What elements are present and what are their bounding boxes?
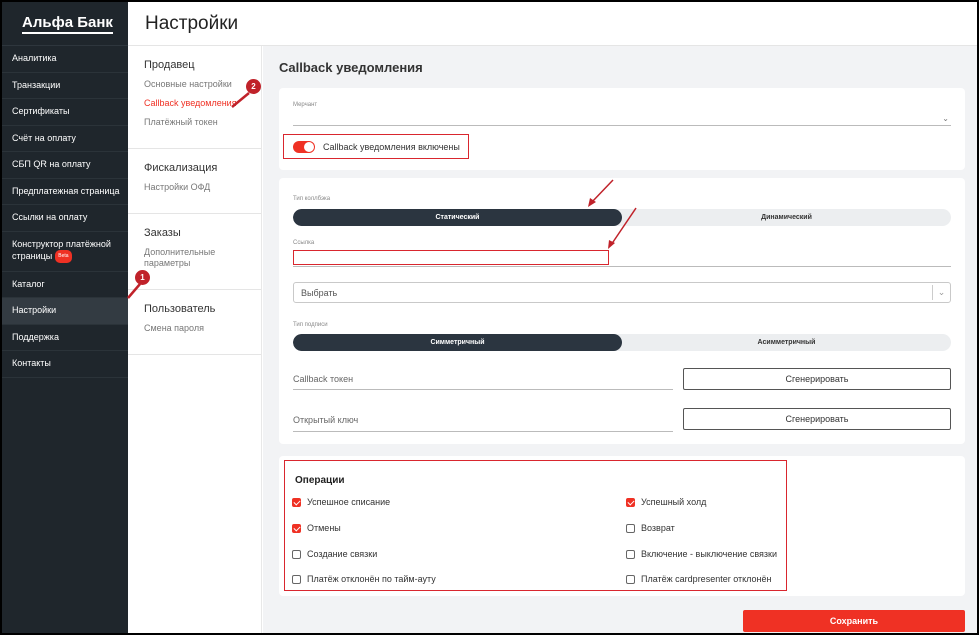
subnav-link-ofd[interactable]: Настройки ОФД <box>144 182 261 193</box>
nav-item-certificates[interactable]: Сертификаты <box>2 99 128 126</box>
operations-title: Операции <box>295 475 345 486</box>
callback-type-label: Тип коллбэка <box>293 196 331 202</box>
callback-toggle-row[interactable]: Callback уведомления включены <box>283 134 469 159</box>
checkbox-label: Платёж отклонён по тайм-ауту <box>307 574 436 584</box>
nav-item-settings[interactable]: Настройки <box>2 298 128 325</box>
subnav-section-title: Продавец <box>144 59 195 71</box>
op-timeout-decline[interactable]: Платёж отклонён по тайм-ауту <box>292 574 436 584</box>
chevron-down-icon: ⌄ <box>932 285 950 300</box>
checkbox[interactable] <box>292 549 301 559</box>
checkbox[interactable] <box>626 497 635 507</box>
nav-item-transactions[interactable]: Транзакции <box>2 73 128 99</box>
nav-item-prepayment-page[interactable]: Предплатежная страница <box>2 179 128 205</box>
section-title: Callback уведомления <box>279 60 423 75</box>
op-cardpresenter-decline[interactable]: Платёж cardpresenter отклонён <box>626 574 771 584</box>
subnav-section-user: Пользователь Смена пароля <box>128 290 261 355</box>
merchant-select[interactable]: ⌄ <box>293 112 951 126</box>
checkbox-label: Отмены <box>307 523 341 533</box>
checkbox-label: Успешный холд <box>641 497 707 507</box>
checkbox[interactable] <box>626 523 635 533</box>
op-create-binding[interactable]: Создание связки <box>292 549 377 559</box>
op-success-hold[interactable]: Успешный холд <box>626 497 706 507</box>
subnav-link-callback[interactable]: Callback уведомления <box>144 98 261 109</box>
checkbox[interactable] <box>292 523 301 533</box>
settings-subnav: Продавец Основные настройки Callback уве… <box>128 46 262 633</box>
subnav-link-main-settings[interactable]: Основные настройки <box>144 79 261 90</box>
nav-item-support[interactable]: Поддержка <box>2 325 128 351</box>
beta-badge: Beta <box>55 250 72 263</box>
subnav-section-title: Пользователь <box>144 303 216 315</box>
nav-item-catalog[interactable]: Каталог <box>2 272 128 298</box>
callback-type-static[interactable]: Статический <box>293 209 622 226</box>
link-label: Ссылка <box>293 240 315 246</box>
choose-select[interactable]: Выбрать ⌄ <box>293 282 951 303</box>
subnav-link-change-password[interactable]: Смена пароля <box>144 323 261 334</box>
op-cancels[interactable]: Отмены <box>292 523 341 533</box>
callback-toggle[interactable] <box>293 140 315 153</box>
nav-item-contacts[interactable]: Контакты <box>2 351 128 378</box>
checkbox-label: Возврат <box>641 523 675 533</box>
callback-settings-card: Тип коллбэка Статический Динамический Сс… <box>279 178 965 444</box>
merchant-label: Мерчант <box>293 102 318 108</box>
op-refund[interactable]: Возврат <box>626 523 675 533</box>
generate-key-button[interactable]: Сгенерировать <box>683 408 951 430</box>
chevron-down-icon: ⌄ <box>942 114 949 123</box>
link-input-highlight <box>293 250 609 265</box>
subnav-section-seller: Продавец Основные настройки Callback уве… <box>128 46 261 149</box>
checkbox-label: Успешное списание <box>307 497 391 507</box>
app-window: Альфа Банк Аналитика Транзакции Сертифик… <box>0 0 979 635</box>
subnav-link-payment-token[interactable]: Платёжный токен <box>144 117 261 128</box>
subnav-section-fiscal: Фискализация Настройки ОФД <box>128 149 261 214</box>
subnav-section-title: Заказы <box>144 227 181 239</box>
nav-item-page-builder[interactable]: Конструктор платёжной страницы Beta <box>2 232 128 272</box>
sign-type-switch: Симметричный Асимметричный <box>293 334 951 351</box>
main-content: Callback уведомления Мерчант ⌄ Callback … <box>263 46 977 633</box>
toggle-label: Callback уведомления включены <box>323 141 460 152</box>
brand-logo[interactable]: Альфа Банк <box>2 2 128 46</box>
checkbox-label: Включение - выключение связки <box>641 549 777 559</box>
subnav-section-title: Фискализация <box>144 162 218 174</box>
nav-item-sbp-qr[interactable]: СБП QR на оплату <box>2 152 128 179</box>
sign-type-symmetric[interactable]: Симметричный <box>293 334 622 351</box>
checkbox[interactable] <box>292 574 301 584</box>
nav-item-analytics[interactable]: Аналитика <box>2 46 128 73</box>
main-sidebar: Альфа Банк Аналитика Транзакции Сертифик… <box>2 2 128 633</box>
nav-item-invoice[interactable]: Счёт на оплату <box>2 126 128 152</box>
nav-item-payment-links[interactable]: Ссылки на оплату <box>2 205 128 232</box>
public-key-input[interactable] <box>293 408 673 432</box>
page-title: Настройки <box>128 2 977 46</box>
save-button[interactable]: Сохранить <box>743 610 965 632</box>
op-toggle-binding[interactable]: Включение - выключение связки <box>626 549 777 559</box>
checkbox[interactable] <box>292 497 301 507</box>
callback-token-input[interactable] <box>293 368 673 390</box>
sign-type-label: Тип подписи <box>293 322 328 328</box>
sign-type-asymmetric[interactable]: Асимметричный <box>622 334 951 351</box>
checkbox[interactable] <box>626 574 635 584</box>
callback-type-switch: Статический Динамический <box>293 209 951 226</box>
subnav-link-extra-params[interactable]: Дополнительные параметры <box>144 247 224 269</box>
step-marker-1: 1 <box>135 270 150 285</box>
op-success-debit[interactable]: Успешное списание <box>292 497 390 507</box>
generate-token-button[interactable]: Сгенерировать <box>683 368 951 390</box>
merchant-card: Мерчант ⌄ Callback уведомления включены <box>279 88 965 170</box>
checkbox-label: Создание связки <box>307 549 378 559</box>
callback-type-dynamic[interactable]: Динамический <box>622 209 951 226</box>
operations-box: Операции Успешное списание Отмены Создан… <box>284 460 787 591</box>
step-marker-2: 2 <box>246 79 261 94</box>
checkbox-label: Платёж cardpresenter отклонён <box>641 574 772 584</box>
checkbox[interactable] <box>626 549 635 559</box>
select-placeholder: Выбрать <box>301 287 338 298</box>
